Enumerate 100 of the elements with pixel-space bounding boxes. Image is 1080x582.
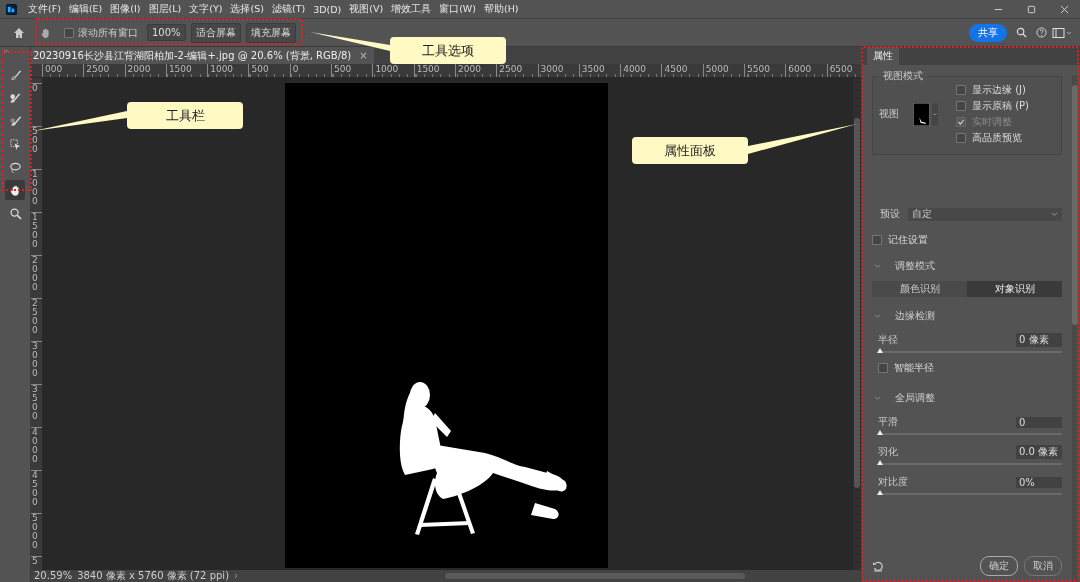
section-header[interactable]: 全局调整 (872, 391, 1062, 405)
menu-item[interactable]: 3D(D) (310, 3, 345, 15)
help-icon[interactable] (1036, 27, 1047, 38)
ruler-label: 1500 (31, 213, 39, 249)
checkbox[interactable] (956, 101, 966, 111)
ruler-label: 2500 (31, 299, 39, 335)
ruler-label: 500 (250, 64, 269, 74)
menu-item[interactable]: 文件(F) (25, 2, 64, 16)
value-field[interactable]: 0% (1016, 476, 1062, 488)
maximize-icon[interactable] (1027, 4, 1036, 14)
reset-icon[interactable] (872, 560, 884, 572)
view-thumbnail[interactable] (913, 102, 930, 126)
ruler-label: 5500 (746, 64, 770, 74)
menu-item[interactable]: 图层(L) (145, 2, 185, 16)
workspace-icon[interactable] (1052, 26, 1072, 39)
ruler-label: 0 (291, 64, 299, 74)
slider-thumb[interactable] (877, 348, 883, 353)
value-field[interactable]: 0.0 像素 (1016, 445, 1062, 459)
checkbox-label: 滚动所有窗口 (78, 25, 138, 40)
group-title: 视图模式 (882, 69, 924, 83)
ruler-label: 1000 (374, 64, 399, 74)
menu-item[interactable]: 帮助(H) (480, 2, 522, 16)
caret-icon (1051, 211, 1058, 217)
option-button[interactable]: 适合屏幕 (190, 22, 241, 43)
slider-thumb[interactable] (877, 460, 883, 465)
menu-item[interactable]: 选择(S) (227, 2, 267, 16)
slider-label: 对比度 (878, 475, 908, 489)
slider-thumb[interactable] (877, 430, 883, 435)
chevron-icon (874, 395, 881, 401)
home-icon[interactable] (13, 26, 25, 39)
zoom-level: 20.59% (34, 570, 73, 582)
tab-close-button[interactable]: × (359, 50, 368, 61)
close-icon[interactable] (1060, 4, 1069, 14)
option-button[interactable]: 100% (147, 24, 186, 41)
checkbox-label: 记住设置 (888, 233, 928, 247)
ruler-label: 500 (31, 127, 39, 154)
ruler-label: 500 (333, 64, 352, 74)
menu-item[interactable]: 编辑(E) (65, 2, 106, 16)
option-button[interactable]: 填充屏幕 (245, 22, 296, 43)
ruler-label: 4000 (31, 428, 39, 464)
view-label: 视图 (879, 107, 899, 121)
ruler-label: 5000 (704, 64, 729, 74)
checkbox[interactable] (64, 27, 74, 38)
checkbox[interactable] (872, 235, 882, 245)
value-field[interactable]: 0 像素 (1016, 333, 1062, 347)
ruler-label: 2500 (498, 64, 523, 74)
ruler-label: 000 (44, 64, 63, 74)
ruler-label: 4500 (31, 471, 39, 507)
checkbox-label: 高品质预览 (972, 131, 1022, 145)
section-header[interactable]: 调整模式 (872, 259, 1062, 273)
checkbox-label: 智能半径 (894, 361, 934, 375)
share-button[interactable]: 共享 (969, 23, 1007, 42)
menu-item[interactable]: 图像(I) (107, 2, 144, 16)
ruler-label: 2000 (31, 256, 39, 292)
ruler-label: 1000 (209, 64, 234, 74)
ruler-label: 5000 (31, 514, 39, 550)
panel-tab[interactable]: 属性 (867, 47, 899, 65)
ruler-label: 6500 (828, 64, 853, 74)
slider-label: 羽化 (878, 445, 898, 459)
checkbox[interactable] (956, 85, 966, 95)
ruler-label: 3500 (580, 64, 605, 74)
ruler-label: 4000 (622, 64, 647, 74)
ruler-label: 3500 (31, 385, 39, 421)
preset-label: 预设 (880, 207, 900, 221)
segment-tab[interactable]: 颜色识别 (872, 281, 967, 297)
checkbox-label: 显示边缘 (J) (972, 83, 1026, 97)
ruler-label: 1500 (167, 64, 192, 74)
menu-item[interactable]: 增效工具 (388, 2, 435, 16)
callout-label: 属性面板 (632, 137, 748, 164)
checkbox-label: 显示原稿 (P) (972, 99, 1029, 113)
menu-item[interactable]: 文字(Y) (186, 2, 226, 16)
checkbox[interactable] (956, 133, 966, 143)
hand-icon[interactable] (40, 26, 52, 39)
status-menu-arrow[interactable]: › (234, 570, 239, 582)
checkbox[interactable] (878, 363, 888, 373)
document-tab[interactable]: 20230916长沙县江背湖阳柏加-2-编辑+.jpg @ 20.6% (背景, RGB/8) × (31, 47, 374, 64)
ruler-label: 5 (31, 557, 39, 566)
section-header[interactable]: 边缘检测 (872, 309, 1062, 323)
slider-label: 平滑 (878, 415, 898, 429)
search-icon[interactable] (1016, 27, 1027, 38)
menu-item[interactable]: 滤镜(T) (268, 2, 309, 16)
ruler-label: 3000 (31, 342, 39, 378)
dialog-button[interactable]: 取消 (1024, 556, 1062, 576)
ruler-label: 3000 (539, 64, 564, 74)
slider-label: 半径 (878, 333, 898, 347)
value-field[interactable]: 0 (1016, 416, 1062, 428)
chevron-icon (874, 263, 881, 269)
ruler-label: 0 (31, 84, 39, 93)
ruler-label: 2500 (85, 64, 110, 74)
segment-tab[interactable]: 对象识别 (967, 281, 1062, 297)
menu-item[interactable]: 视图(V) (346, 2, 387, 16)
preset-dropdown[interactable]: 自定 (908, 207, 1062, 221)
hand-tool-icon[interactable] (5, 180, 25, 200)
slider-thumb[interactable] (877, 490, 883, 495)
ruler-label: 4500 (663, 64, 688, 74)
ruler-label: 1500 (415, 64, 440, 74)
menu-item[interactable]: 窗口(W) (436, 2, 479, 16)
app-logo-icon (6, 3, 17, 15)
dialog-button[interactable]: 确定 (980, 556, 1018, 576)
ruler-label: 2000 (456, 64, 481, 74)
